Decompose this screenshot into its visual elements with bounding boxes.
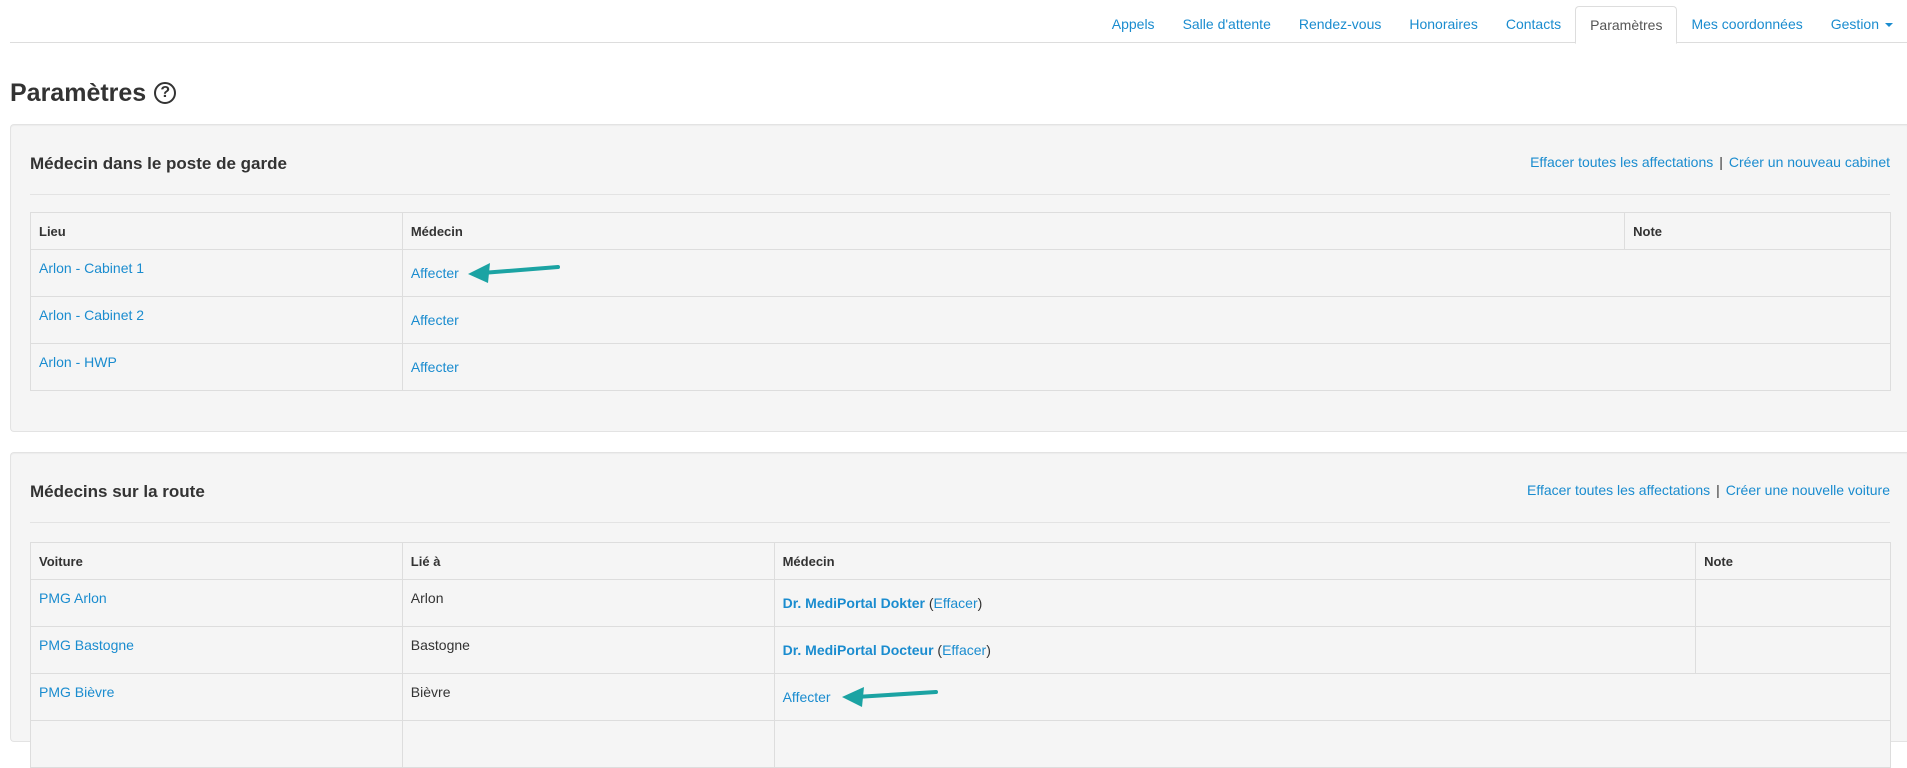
table-row: Arlon - HWP Affecter: [30, 343, 1892, 391]
panel-header: Médecin dans le poste de garde Effacer t…: [30, 125, 1890, 195]
doctor-name-link[interactable]: Dr. MediPortal Dokter: [783, 595, 925, 611]
garde-table: Lieu Médecin Note Arlon - Cabinet 1 Affe…: [30, 212, 1892, 391]
tab-parametres[interactable]: Paramètres: [1575, 6, 1678, 44]
lie-a-cell: Arlon: [401, 579, 775, 627]
panel-header: Médecins sur la route Effacer toutes les…: [30, 453, 1890, 523]
page-title-text: Paramètres: [10, 79, 147, 107]
tab-rendez-vous[interactable]: Rendez-vous: [1285, 6, 1396, 43]
tab-mes-coordonnees[interactable]: Mes coordonnées: [1677, 6, 1816, 43]
affecter-link[interactable]: Affecter: [411, 312, 459, 328]
panel-poste-de-garde: Médecin dans le poste de garde Effacer t…: [10, 124, 1907, 432]
page-title: Paramètres ?: [10, 78, 177, 108]
column-header-note: Note: [1695, 542, 1891, 580]
note-cell: [1695, 579, 1891, 627]
nav-tabs: Appels Salle d'attente Rendez-vous Honor…: [1098, 6, 1907, 44]
tab-honoraires[interactable]: Honoraires: [1395, 6, 1491, 43]
table-row: PMG Bièvre Bièvre Affecter: [30, 673, 1892, 721]
column-header-voiture: Voiture: [30, 542, 403, 580]
question-circle-icon[interactable]: ?: [154, 82, 177, 104]
tab-salle-attente[interactable]: Salle d'attente: [1169, 6, 1285, 43]
panel-title: Médecins sur la route: [30, 482, 205, 501]
table-header-row: Lieu Médecin Note: [30, 212, 1891, 250]
tab-gestion[interactable]: Gestion: [1817, 6, 1907, 43]
paren-close: ): [977, 595, 983, 611]
affecter-link[interactable]: Affecter: [783, 689, 831, 705]
lie-a-cell: Bièvre: [401, 673, 775, 721]
create-cabinet-link[interactable]: Créer un nouveau cabinet: [1729, 154, 1890, 170]
column-header-lieu: Lieu: [30, 212, 403, 250]
table-row: PMG Arlon Arlon Dr. MediPortal Dokter (E…: [30, 579, 1891, 627]
separator: |: [1719, 154, 1723, 170]
affecter-link[interactable]: Affecter: [411, 359, 459, 375]
annotation-arrow-icon: [468, 263, 560, 283]
effacer-link[interactable]: Effacer: [934, 595, 978, 611]
table-row: Arlon - Cabinet 1 Affecter: [30, 249, 1892, 297]
column-header-medecin: Médecin: [401, 212, 1626, 250]
clear-assignments-link[interactable]: Effacer toutes les affectations: [1530, 154, 1713, 170]
panel-actions: Effacer toutes les affectations | Créer un…: [1527, 482, 1890, 498]
caret-down-icon: [1885, 23, 1893, 28]
voiture-link[interactable]: PMG Arlon: [39, 590, 107, 606]
voiture-link[interactable]: PMG Bastogne: [39, 637, 134, 653]
separator: |: [1716, 482, 1720, 498]
column-header-medecin: Médecin: [773, 542, 1697, 580]
table-row: [30, 720, 1892, 768]
tab-contacts[interactable]: Contacts: [1492, 6, 1575, 43]
lieu-link[interactable]: Arlon - Cabinet 1: [39, 260, 144, 276]
table-row: PMG Bastogne Bastogne Dr. MediPortal Doc…: [30, 626, 1891, 674]
top-navigation: Appels Salle d'attente Rendez-vous Honor…: [10, 0, 1907, 44]
doctor-name-link[interactable]: Dr. MediPortal Docteur: [783, 642, 934, 658]
lieu-link[interactable]: Arlon - Cabinet 2: [39, 307, 144, 323]
table-row: Arlon - Cabinet 2 Affecter: [30, 296, 1892, 344]
column-header-lie-a: Lié à: [401, 542, 775, 580]
annotation-arrow-icon: [842, 687, 938, 707]
route-table: Voiture Lié à Médecin Note PMG Arlon Arl…: [30, 542, 1892, 768]
table-header-row: Voiture Lié à Médecin Note: [30, 542, 1891, 580]
paren-close: ): [986, 642, 991, 658]
tab-appels[interactable]: Appels: [1098, 6, 1169, 43]
lieu-link[interactable]: Arlon - HWP: [39, 354, 117, 370]
panel-title: Médecin dans le poste de garde: [30, 154, 287, 173]
note-cell: [1695, 626, 1891, 674]
effacer-link[interactable]: Effacer: [942, 642, 986, 658]
create-car-link[interactable]: Créer une nouvelle voiture: [1726, 482, 1890, 498]
panel-actions: Effacer toutes les affectations | Créer un…: [1530, 154, 1890, 170]
tab-gestion-label: Gestion: [1830, 16, 1879, 32]
lie-a-cell: Bastogne: [401, 626, 775, 674]
panel-medecins-route: Médecins sur la route Effacer toutes les…: [10, 452, 1907, 768]
voiture-link[interactable]: PMG Bièvre: [39, 684, 114, 700]
column-header-note: Note: [1624, 212, 1891, 250]
clear-assignments-link[interactable]: Effacer toutes les affectations: [1527, 482, 1710, 498]
affecter-link[interactable]: Affecter: [411, 265, 459, 281]
